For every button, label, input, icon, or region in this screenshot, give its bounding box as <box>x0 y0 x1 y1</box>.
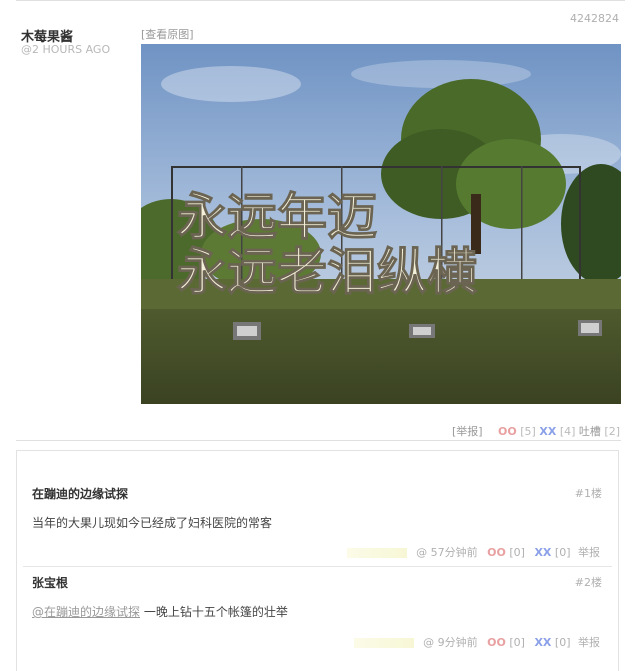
comment-text: 当年的大果儿现如今已经成了妇科医院的常客 <box>32 514 272 531</box>
comment-item: 在蹦迪的边缘试探 #1楼 当年的大果儿现如今已经成了妇科医院的常客 @ 57分钟… <box>17 451 618 566</box>
comment-meta: @ 57分钟前 OO [0] XX [0] 举报 <box>346 544 600 560</box>
top-divider <box>16 0 625 1</box>
comment-oo-count: [0] <box>509 636 525 649</box>
image-caption-line2: 永远老泪纵横 <box>177 243 477 301</box>
comment-floor: #1楼 <box>574 487 602 500</box>
tucao-link[interactable]: 吐槽 <box>579 425 601 438</box>
comments-panel: 在蹦迪的边缘试探 #1楼 当年的大果儿现如今已经成了妇科医院的常客 @ 57分钟… <box>16 450 619 671</box>
comment-oo-button[interactable]: OO <box>487 636 506 649</box>
comment-mention-link[interactable]: @在蹦迪的边缘试探 <box>32 605 140 619</box>
comment-report-link[interactable]: 举报 <box>578 636 600 649</box>
report-link[interactable]: [举报] <box>452 425 483 438</box>
oo-button[interactable]: OO <box>498 425 517 438</box>
xx-button[interactable]: XX <box>539 425 556 438</box>
view-original-link[interactable]: [查看原图] <box>141 26 194 42</box>
comment-body: 当年的大果儿现如今已经成了妇科医院的常客 <box>32 516 273 530</box>
post-image[interactable]: 永远年迈 永远老泪纵横 <box>141 44 621 404</box>
comment-highlight <box>346 548 407 558</box>
comment-xx-count: [0] <box>554 546 571 559</box>
oo-count: [5] <box>520 425 536 438</box>
comment-author[interactable]: 在蹦迪的边缘试探 <box>32 485 128 502</box>
tucao-count: [2] <box>604 425 620 438</box>
comment-xx-button[interactable]: XX <box>534 636 551 649</box>
post-id: 4242824 <box>570 12 619 25</box>
comment-xx-button[interactable]: XX <box>534 546 551 559</box>
comment-highlight <box>353 638 414 648</box>
comment-item: 张宝根 #2楼 @在蹦迪的边缘试探 一晚上钻十五个帐篷的壮举 @ 9分钟前 OO… <box>17 566 618 666</box>
comment-report-link[interactable]: 举报 <box>578 546 600 559</box>
comment-meta: @ 9分钟前 OO [0] XX [0] 举报 <box>353 634 600 650</box>
comment-oo-button[interactable]: OO <box>487 546 506 559</box>
xx-count: [4] <box>559 425 576 438</box>
comment-author[interactable]: 张宝根 <box>32 574 68 591</box>
comment-time: @ 9分钟前 <box>423 636 478 649</box>
post-photo: 永远年迈 永远老泪纵横 <box>141 44 621 404</box>
comment-body: 一晚上钻十五个帐篷的壮举 <box>140 605 288 619</box>
post-actions: [举报] OO [5] XX [4] 吐槽 [2] <box>452 423 620 439</box>
post-time: @2 HOURS AGO <box>21 43 111 56</box>
comment-floor: #2楼 <box>574 576 602 589</box>
post-divider <box>16 440 621 441</box>
comment-time: @ 57分钟前 <box>416 546 478 559</box>
comment-oo-count: [0] <box>509 546 525 559</box>
image-caption-line1: 永远年迈 <box>177 188 377 246</box>
comment-xx-count: [0] <box>554 636 571 649</box>
comment-text: @在蹦迪的边缘试探 一晚上钻十五个帐篷的壮举 <box>32 603 288 620</box>
